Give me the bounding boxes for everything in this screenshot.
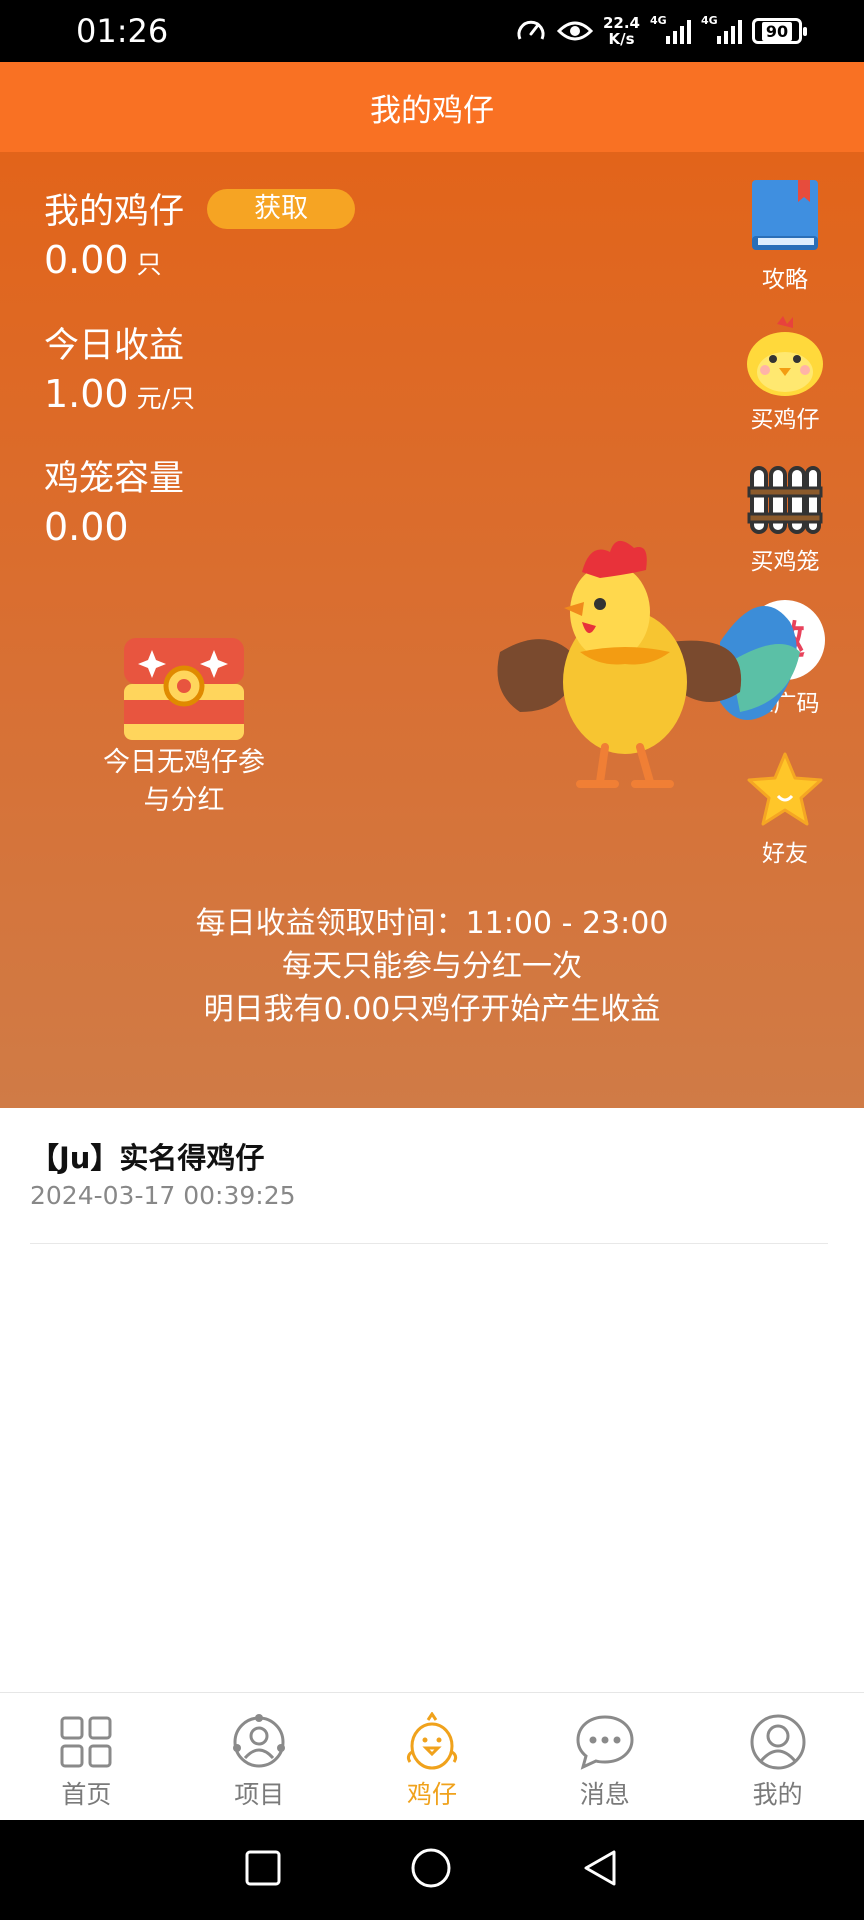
status-bar: 01:26 22.4 K/s 4G 4G 90	[0, 0, 864, 62]
record-list: 【Ju】实名得鸡仔 2024-03-17 00:39:25	[30, 1108, 828, 1244]
side-item-buy-chicks[interactable]: 买鸡仔	[730, 312, 840, 434]
side-item-label: 买鸡仔	[750, 407, 820, 433]
dividend-chest[interactable]: 今日无鸡仔参 与分红	[90, 636, 278, 820]
nav-label: 鸡仔	[406, 1780, 457, 1809]
my-chicks-stat: 我的鸡仔 获取 0.00 只	[44, 189, 356, 291]
project-icon	[231, 1709, 287, 1775]
back-triangle-icon[interactable]	[580, 1848, 620, 1892]
status-time: 01:26	[76, 12, 169, 50]
nav-label: 我的	[752, 1780, 803, 1809]
nav-item-projects[interactable]: 项目	[173, 1693, 346, 1820]
get-chicks-button[interactable]: 获取	[207, 189, 356, 229]
record-title: 【Ju】实名得鸡仔	[30, 1141, 265, 1175]
chick-dashboard: 我的鸡仔 获取 0.00 只 今日收益 1.00 元/只 鸡笼容量 0.00 攻略 …	[0, 152, 864, 1108]
bottom-nav: 首页 项目 鸡仔 消息 我的	[0, 1692, 864, 1820]
nav-label: 首页	[61, 1780, 112, 1809]
page-title: 我的鸡仔	[0, 62, 864, 152]
my-chicks-label: 我的鸡仔	[44, 192, 185, 232]
cage-capacity-stat: 鸡笼容量 0.00	[44, 457, 184, 553]
nav-item-home[interactable]: 首页	[0, 1693, 173, 1820]
eye-icon	[556, 17, 593, 45]
today-income-unit: 元/只	[136, 384, 196, 413]
info-line1: 每日收益领取时间：11:00 - 23:00	[195, 906, 669, 941]
list-item[interactable]: 【Ju】实名得鸡仔 2024-03-17 00:39:25	[30, 1108, 828, 1244]
today-income-label: 今日收益	[44, 326, 185, 366]
chest-label-line2: 与分红	[143, 785, 225, 816]
cage-capacity-value: 0.00	[44, 505, 129, 549]
home-circle-icon[interactable]	[410, 1847, 452, 1893]
chat-icon	[575, 1709, 635, 1775]
recent-apps-icon[interactable]	[244, 1849, 282, 1891]
treasure-chest-icon	[90, 636, 278, 744]
side-item-label: 好友	[762, 841, 808, 867]
cage-capacity-label: 鸡笼容量	[44, 459, 185, 499]
info-line3: 明日我有0.00只鸡仔开始产生收益	[203, 992, 661, 1027]
battery-icon: 90	[752, 18, 807, 44]
system-nav-bar	[0, 1820, 864, 1920]
grid-icon	[59, 1709, 113, 1775]
info-line2: 每天只能参与分红一次	[282, 949, 582, 984]
side-item-label: 攻略	[762, 267, 808, 293]
rooster-illustration	[490, 492, 820, 796]
book-icon	[730, 172, 840, 260]
today-income-stat: 今日收益 1.00 元/只	[44, 324, 195, 425]
status-icons: 22.4 K/s 4G 4G 90	[515, 10, 807, 52]
speedometer-icon	[515, 15, 547, 47]
nav-item-mine[interactable]: 我的	[691, 1693, 864, 1820]
signal-icon: 4G	[701, 14, 742, 44]
side-item-guide[interactable]: 攻略	[730, 172, 840, 294]
nav-label: 消息	[579, 1780, 630, 1809]
signal-icon: 4G	[650, 14, 691, 44]
chick-icon	[406, 1709, 458, 1775]
chick-icon	[730, 312, 840, 400]
chest-label-line1: 今日无鸡仔参	[103, 747, 265, 778]
net-speed: 22.4 K/s	[602, 14, 640, 48]
user-icon	[749, 1709, 807, 1775]
nav-item-chicks[interactable]: 鸡仔	[346, 1693, 519, 1820]
my-chicks-unit: 只	[136, 250, 162, 279]
income-info: 每日收益领取时间：11:00 - 23:00 每天只能参与分红一次 明日我有0.…	[0, 902, 864, 1031]
nav-item-messages[interactable]: 消息	[518, 1693, 691, 1820]
nav-label: 项目	[234, 1780, 285, 1809]
today-income-value: 1.00	[44, 372, 129, 416]
my-chicks-value: 0.00	[44, 238, 129, 282]
record-time: 2024-03-17 00:39:25	[30, 1181, 296, 1210]
